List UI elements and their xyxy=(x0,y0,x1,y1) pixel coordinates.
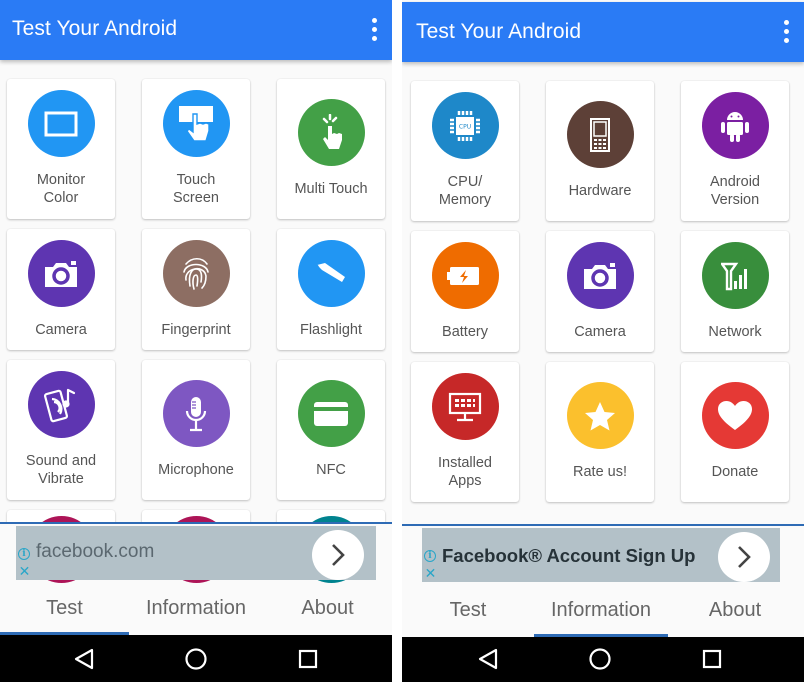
camera-icon xyxy=(27,240,95,307)
hardware-phone-icon xyxy=(566,101,634,168)
flashlight-icon xyxy=(297,240,365,307)
cpu-icon: CPU xyxy=(431,92,499,159)
tile-fingerprint[interactable]: Fingerprint xyxy=(142,229,250,350)
chevron-right-icon[interactable] xyxy=(312,530,364,580)
tab-label: Test xyxy=(46,597,83,619)
network-signal-icon xyxy=(701,242,769,309)
tile-touch-screen[interactable]: Touch Screen xyxy=(142,79,250,219)
tile-rate-us[interactable]: Rate us! xyxy=(546,362,654,502)
phone-screen-information-tab: Test Your Android CPU CPU/ Memory Hardwa… xyxy=(402,0,804,682)
ad-info-icon[interactable]: i xyxy=(18,548,30,560)
heart-icon xyxy=(701,382,769,449)
tile-label: Touch Screen xyxy=(173,172,219,206)
tab-label: About xyxy=(301,597,354,619)
tile-label: Fingerprint xyxy=(161,322,231,338)
tile-label: Multi Touch xyxy=(294,181,368,197)
star-icon xyxy=(566,382,634,449)
tile-label: NFC xyxy=(316,462,346,478)
tile-network[interactable]: Network xyxy=(681,231,789,352)
tile-label: Microphone xyxy=(158,462,234,478)
home-icon[interactable] xyxy=(184,647,208,671)
ad-text: facebook.com xyxy=(36,541,155,562)
recents-icon[interactable] xyxy=(700,647,724,671)
tile-multi-touch[interactable]: Multi Touch xyxy=(277,79,385,219)
ad-close-icon[interactable]: ✕ xyxy=(18,564,31,578)
system-nav-bar xyxy=(402,637,804,682)
fingerprint-icon xyxy=(162,240,230,307)
tile-label: Installed Apps xyxy=(437,455,492,489)
tab-about[interactable]: About xyxy=(668,585,802,637)
back-icon[interactable] xyxy=(476,647,500,671)
more-vert-icon[interactable] xyxy=(780,20,792,44)
app-bar: Test Your Android xyxy=(0,0,392,60)
sound-vibrate-icon xyxy=(27,371,95,438)
tab-bar: Test Information About xyxy=(402,585,804,637)
tile-label: Android Version xyxy=(710,174,760,208)
tab-information[interactable]: Information xyxy=(534,585,668,637)
battery-charging-icon xyxy=(431,242,499,309)
tab-about[interactable]: About xyxy=(263,583,392,635)
tile-label: Rate us! xyxy=(573,464,627,480)
app-title: Test Your Android xyxy=(12,17,178,40)
tile-battery[interactable]: Battery xyxy=(411,231,519,352)
monitor-icon xyxy=(27,90,95,157)
tile-label: Sound and Vibrate xyxy=(25,453,97,487)
tile-android-version[interactable]: Android Version xyxy=(681,81,789,221)
tab-label: Test xyxy=(449,599,487,621)
installed-apps-icon xyxy=(431,373,499,440)
home-icon[interactable] xyxy=(588,647,612,671)
tile-label: Flashlight xyxy=(299,322,363,338)
microphone-icon xyxy=(162,380,230,447)
tab-test[interactable]: Test xyxy=(402,585,534,637)
chevron-right-icon[interactable] xyxy=(718,532,770,582)
tile-flashlight[interactable]: Flashlight xyxy=(277,229,385,350)
tile-label: Battery xyxy=(442,324,488,340)
ad-close-icon[interactable]: ✕ xyxy=(424,566,437,580)
app-bar: Test Your Android xyxy=(402,2,804,62)
tab-bar: Test Information About xyxy=(0,583,392,635)
ad-text: Facebook® Account Sign Up xyxy=(442,545,696,566)
android-icon xyxy=(701,92,769,159)
svg-text:CPU: CPU xyxy=(459,123,471,130)
tile-cpu-memory[interactable]: CPU CPU/ Memory xyxy=(411,81,519,221)
system-nav-bar xyxy=(0,635,392,682)
ad-content[interactable]: i ✕ facebook.com xyxy=(16,526,376,580)
tile-camera[interactable]: Camera xyxy=(7,229,115,350)
tile-microphone[interactable]: Microphone xyxy=(142,360,250,500)
app-title: Test Your Android xyxy=(416,20,582,43)
tile-hardware[interactable]: Hardware xyxy=(546,81,654,221)
ad-banner: i ✕ Facebook® Account Sign Up xyxy=(402,524,804,582)
tab-label: Information xyxy=(550,599,652,621)
phone-screen-test-tab: Test Your Android Monitor Color Touch Sc… xyxy=(0,0,392,682)
tab-label: Information xyxy=(145,597,247,619)
tile-label: Camera xyxy=(574,324,626,340)
tile-sound-and-vibrate[interactable]: Sound and Vibrate xyxy=(7,360,115,500)
multi-touch-icon xyxy=(297,99,365,166)
nfc-icon xyxy=(297,380,365,447)
ad-content[interactable]: i ✕ Facebook® Account Sign Up xyxy=(422,528,780,582)
more-vert-icon[interactable] xyxy=(368,18,380,42)
camera-icon xyxy=(566,242,634,309)
back-icon[interactable] xyxy=(72,647,96,671)
tab-test[interactable]: Test xyxy=(0,583,129,635)
tile-label: Network xyxy=(708,324,762,340)
ad-info-icon[interactable]: i xyxy=(424,550,436,562)
recents-icon[interactable] xyxy=(296,647,320,671)
tile-label: Camera xyxy=(35,322,87,338)
tile-label: Donate xyxy=(711,464,759,480)
touch-screen-icon xyxy=(162,90,230,157)
tab-information[interactable]: Information xyxy=(129,583,263,635)
tile-monitor-color[interactable]: Monitor Color xyxy=(7,79,115,219)
ad-banner: i ✕ facebook.com xyxy=(0,522,392,580)
tile-label: Monitor Color xyxy=(36,172,86,206)
tile-camera[interactable]: Camera xyxy=(546,231,654,352)
tile-label: Hardware xyxy=(568,183,632,199)
tile-nfc[interactable]: NFC xyxy=(277,360,385,500)
tile-label: CPU/ Memory xyxy=(438,174,492,208)
tile-donate[interactable]: Donate xyxy=(681,362,789,502)
tab-label: About xyxy=(708,599,762,621)
tile-installed-apps[interactable]: Installed Apps xyxy=(411,362,519,502)
